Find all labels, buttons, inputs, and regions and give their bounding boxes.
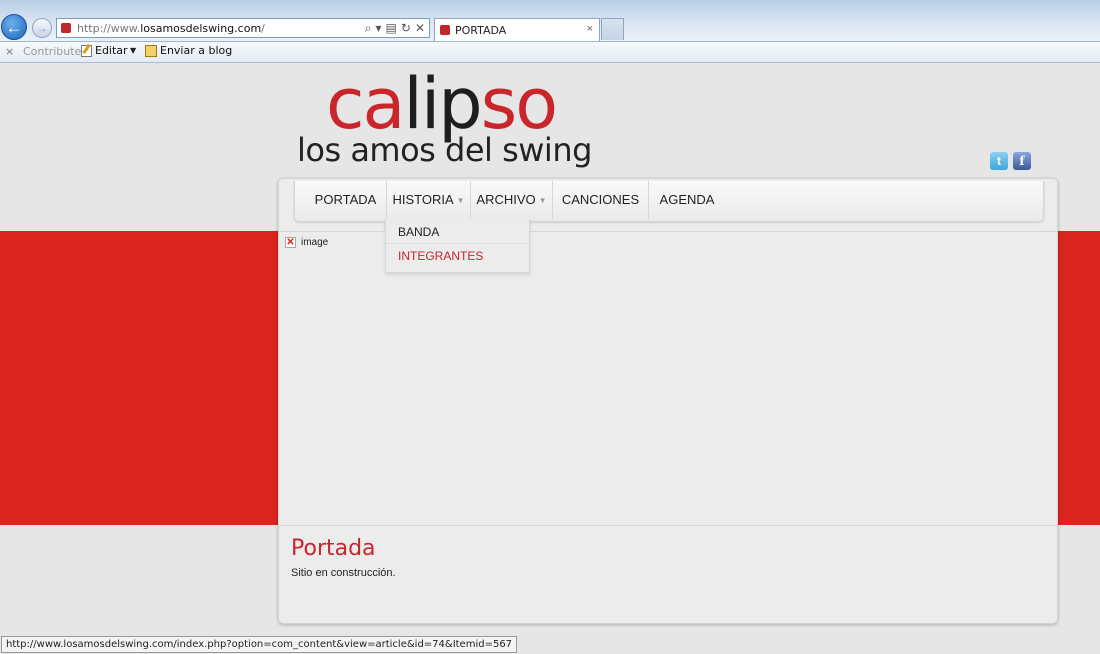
submenu-item-banda[interactable]: BANDA [398,225,439,239]
site-favicon-icon [61,23,71,33]
broken-image-icon: ✕ [285,237,296,248]
article-body: Sitio en construcción. [291,567,396,579]
image-alt-text: image [301,237,329,248]
banner-image: ✕ image [285,237,328,248]
page-title: Portada [291,536,376,561]
contribute-button[interactable]: Contribute [23,45,81,58]
nav-item-historia[interactable]: HISTORIA ▼ [387,181,471,219]
edit-button[interactable]: Editar [81,44,128,57]
chevron-down-icon: ▼ [538,195,547,205]
compatibility-view-icon[interactable]: ▤ [386,20,397,36]
main-container: PORTADA HISTORIA ▼ ARCHIVO ▼ CANCIONES AGE… [278,178,1058,624]
address-bar[interactable]: http://www.losamosdelswing.com/ ⌕ ▾ ▤ ↻ … [56,18,430,38]
chevron-down-icon: ▼ [456,195,465,205]
back-button[interactable]: ← [1,14,27,40]
content-divider [279,525,1057,526]
address-url[interactable]: http://www.losamosdelswing.com/ [77,22,265,35]
tab-portada[interactable]: PORTADA × [434,18,600,41]
edit-dropdown-icon[interactable]: ▼ [130,46,136,55]
command-bar: × Contribute Editar ▼ Enviar a blog [0,42,1100,63]
search-icon[interactable]: ⌕ [365,20,372,36]
send-to-blog-label: Enviar a blog [160,44,233,57]
historia-submenu: BANDA INTEGRANTES [385,219,530,273]
send-to-blog-button[interactable]: Enviar a blog [145,44,232,57]
edit-pencil-icon [81,44,92,57]
back-arrow-icon: ← [5,17,23,37]
nav-item-archivo[interactable]: ARCHIVO ▼ [471,181,553,219]
submenu-divider [386,243,529,244]
edit-label: Editar [95,44,128,57]
refresh-icon[interactable]: ↻ [401,20,411,36]
nav-item-portada[interactable]: PORTADA [305,181,387,219]
forward-arrow-icon: → [36,21,48,35]
blog-icon [145,44,157,57]
nav-item-agenda[interactable]: AGENDA [649,181,725,219]
site-tagline: los amos del swing [297,131,592,169]
address-bar-actions: ⌕ ▾ ▤ ↻ ✕ [365,20,425,36]
forward-button[interactable]: → [32,18,52,38]
facebook-icon[interactable]: f [1013,152,1031,170]
status-bar-url: http://www.losamosdelswing.com/index.php… [1,636,518,653]
stop-icon[interactable]: ✕ [415,20,425,36]
main-nav: PORTADA HISTORIA ▼ ARCHIVO ▼ CANCIONES AGE… [294,181,1044,222]
tab-title: PORTADA [455,24,507,37]
tab-favicon-icon [440,25,450,35]
search-dropdown-icon[interactable]: ▾ [376,20,382,36]
close-toolbar-icon[interactable]: × [5,45,14,58]
new-tab-button[interactable] [601,18,624,40]
nav-item-canciones[interactable]: CANCIONES [553,181,649,219]
tab-close-icon[interactable]: × [587,23,593,35]
submenu-item-integrantes[interactable]: INTEGRANTES [398,249,483,263]
twitter-icon[interactable]: t [990,152,1008,170]
browser-toolbar: ← → http://www.losamosdelswing.com/ ⌕ ▾ … [0,0,1100,42]
